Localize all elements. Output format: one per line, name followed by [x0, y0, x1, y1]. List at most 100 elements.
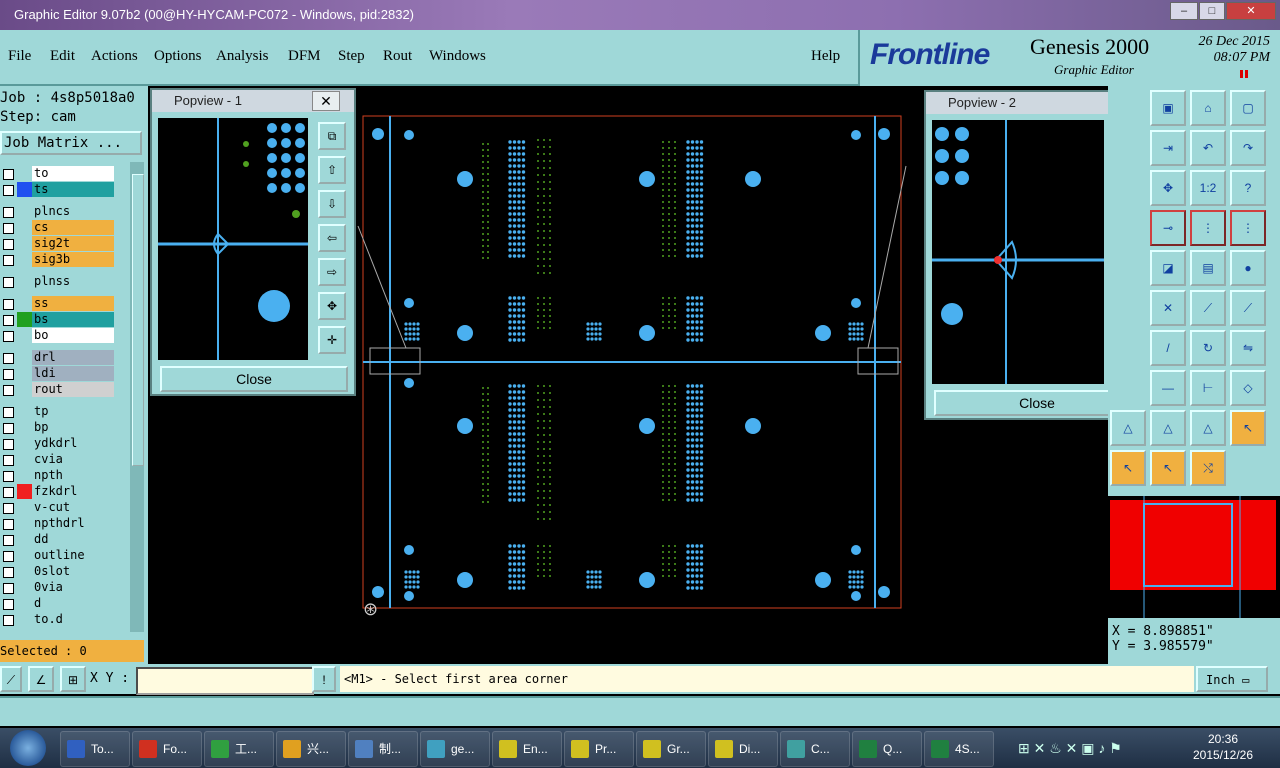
layer-checkbox[interactable] — [3, 223, 14, 234]
layer-checkbox[interactable] — [3, 169, 14, 180]
layer-checkbox[interactable] — [3, 519, 14, 530]
layer-checkbox[interactable] — [3, 551, 14, 562]
start-button[interactable] — [10, 730, 46, 766]
taskbar-item[interactable]: 工... — [204, 731, 274, 767]
layer-checkbox[interactable] — [3, 439, 14, 450]
xy-input[interactable] — [136, 667, 314, 695]
select-box-icon[interactable]: ↖ — [1110, 450, 1146, 486]
job-matrix-button[interactable]: Job Matrix ... — [0, 131, 142, 155]
menu-windows[interactable]: Windows — [429, 48, 486, 65]
layer-row[interactable]: tp — [0, 404, 116, 419]
select-icon[interactable]: ↖ — [1230, 410, 1266, 446]
select-poly-icon[interactable]: ↖ — [1150, 450, 1186, 486]
layer-row[interactable]: d — [0, 596, 116, 611]
layer-row[interactable]: ydkdrl — [0, 436, 116, 451]
minimize-button[interactable]: – — [1170, 2, 1198, 20]
arc-icon[interactable]: ↻ — [1190, 330, 1226, 366]
layer-checkbox[interactable] — [3, 583, 14, 594]
layer-checkbox[interactable] — [3, 599, 14, 610]
layer-row[interactable]: plncs — [0, 204, 116, 219]
zoom-center-icon[interactable]: ✛ — [318, 326, 346, 354]
layer-checkbox[interactable] — [3, 207, 14, 218]
layer-checkbox[interactable] — [3, 315, 14, 326]
layer-checkbox[interactable] — [3, 353, 14, 364]
layer-checkbox[interactable] — [3, 385, 14, 396]
snap-grid-icon[interactable]: ⊞ — [60, 666, 86, 692]
layer-row[interactable]: 0via — [0, 580, 116, 595]
menu-step[interactable]: Step — [338, 48, 365, 65]
minus-icon[interactable]: — — [1150, 370, 1186, 406]
layer-checkbox[interactable] — [3, 331, 14, 342]
undo-icon[interactable]: ↶ — [1190, 130, 1226, 166]
tri3-icon[interactable]: △ — [1190, 410, 1226, 446]
query-icon[interactable]: ? — [1230, 170, 1266, 206]
layer-row[interactable]: sig3b — [0, 252, 116, 267]
dimension-icon[interactable]: ⊢ — [1190, 370, 1226, 406]
layer-checkbox[interactable] — [3, 615, 14, 626]
popview-1-close-button[interactable]: Close — [160, 366, 348, 392]
taskbar-item[interactable]: Pr... — [564, 731, 634, 767]
layer-row[interactable]: v-cut — [0, 500, 116, 515]
tri-icon[interactable]: △ — [1110, 410, 1146, 446]
warning-icon[interactable]: ! — [312, 666, 336, 692]
open-icon[interactable]: ▣ — [1150, 90, 1186, 126]
layer-checkbox[interactable] — [3, 185, 14, 196]
taskbar-item[interactable]: Fo... — [132, 731, 202, 767]
popview-1-close-icon[interactable]: ✕ — [312, 91, 340, 111]
system-clock[interactable]: 20:36 2015/12/26 — [1178, 731, 1268, 763]
layer-checkbox[interactable] — [3, 255, 14, 266]
layer-row[interactable]: bp — [0, 420, 116, 435]
net-icon[interactable]: ⋮ — [1230, 210, 1266, 246]
layer-checkbox[interactable] — [3, 423, 14, 434]
layer-checkbox[interactable] — [3, 487, 14, 498]
pan-left-icon[interactable]: ⇦ — [318, 224, 346, 252]
taskbar-item[interactable]: 兴... — [276, 731, 346, 767]
move-icon[interactable]: ✥ — [1150, 170, 1186, 206]
layer-row[interactable]: ldi — [0, 366, 116, 381]
select-net-icon[interactable]: ⤭ — [1190, 450, 1226, 486]
layer-row[interactable]: cs — [0, 220, 116, 235]
home-icon[interactable]: ⌂ — [1190, 90, 1226, 126]
pan-down-icon[interactable]: ⇩ — [318, 190, 346, 218]
layer-row[interactable]: to.d — [0, 612, 116, 627]
layer-checkbox[interactable] — [3, 299, 14, 310]
layer-row[interactable]: npth — [0, 468, 116, 483]
close-window-button[interactable]: ✕ — [1226, 2, 1276, 20]
taskbar-item[interactable]: C... — [780, 731, 850, 767]
route-icon[interactable]: ⋮ — [1190, 210, 1226, 246]
layer-row[interactable]: drl — [0, 350, 116, 365]
overview-map[interactable] — [1108, 496, 1280, 618]
tri2-icon[interactable]: △ — [1150, 410, 1186, 446]
layer-checkbox[interactable] — [3, 471, 14, 482]
menu-dfm[interactable]: DFM — [288, 48, 321, 65]
draw-icon[interactable]: ◪ — [1150, 250, 1186, 286]
taskbar-item[interactable]: Gr... — [636, 731, 706, 767]
layer-checkbox[interactable] — [3, 277, 14, 288]
taskbar-item[interactable]: To... — [60, 731, 130, 767]
ruler-icon[interactable]: ▤ — [1190, 250, 1226, 286]
scale-icon[interactable]: 1:2 — [1190, 170, 1226, 206]
popview-2-canvas[interactable] — [932, 120, 1104, 384]
layer-row[interactable]: bo — [0, 328, 116, 343]
shape-icon[interactable]: ◇ — [1230, 370, 1266, 406]
cross-icon[interactable]: ✕ — [1150, 290, 1186, 326]
layer-row[interactable]: ts — [0, 182, 116, 197]
tray-icons[interactable]: ⊞ ✕ ♨ ✕ ▣ ♪ ⚑ — [1018, 740, 1122, 757]
menu-rout[interactable]: Rout — [383, 48, 412, 65]
taskbar-item[interactable]: 4S... — [924, 731, 994, 767]
layer-row[interactable]: rout — [0, 382, 116, 397]
layer-checkbox[interactable] — [3, 567, 14, 578]
pan-right-icon[interactable]: ⇨ — [318, 258, 346, 286]
angle-icon[interactable]: ∠ — [28, 666, 54, 692]
layer-checkbox[interactable] — [3, 535, 14, 546]
layer-row[interactable]: plnss — [0, 274, 116, 289]
layer-row[interactable]: to — [0, 166, 116, 181]
node-icon[interactable]: ⟋ — [1230, 290, 1266, 326]
menu-help[interactable]: Help — [811, 48, 840, 65]
popview-1-canvas[interactable] — [158, 118, 308, 360]
layer-row[interactable]: npthdrl — [0, 516, 116, 531]
layer-row[interactable]: 0slot — [0, 564, 116, 579]
layer-row[interactable]: outline — [0, 548, 116, 563]
layer-row[interactable]: cvia — [0, 452, 116, 467]
circle-icon[interactable]: ● — [1230, 250, 1266, 286]
